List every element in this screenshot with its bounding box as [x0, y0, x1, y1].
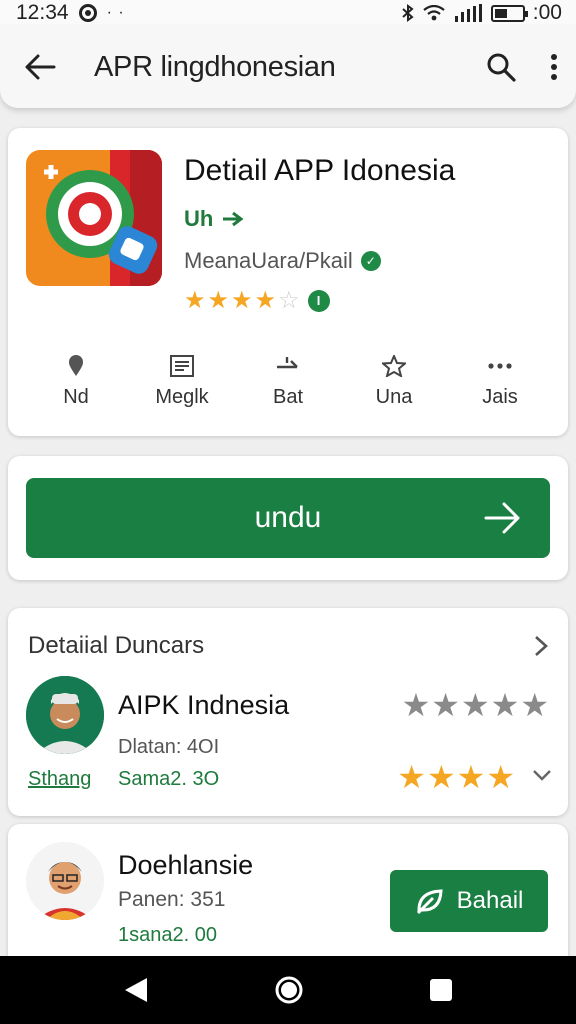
stat-label: Jais: [482, 386, 518, 408]
review-card: Doehlansie Panen: 351 1sana2. 00 Bahail: [8, 824, 568, 956]
install-button[interactable]: undu: [26, 478, 550, 558]
wifi-icon: [423, 5, 445, 21]
reviewer-date: 1sana2. 00: [118, 924, 217, 946]
rating-badge: I: [307, 289, 330, 312]
review-stars-grey: ★★★★★: [401, 687, 550, 723]
battery-icon: [490, 4, 528, 22]
avatar[interactable]: [26, 676, 104, 754]
app-bar-title: APR lingdhonesian: [94, 50, 336, 83]
star-outline-icon: ☆: [278, 287, 300, 314]
app-developer-label: MeanaUara/Pkail: [184, 248, 353, 273]
more-vert-icon[interactable]: [550, 53, 558, 81]
app-rating: ★ ★ ★ ★ ☆ I: [184, 286, 330, 315]
location-pin-icon: [68, 354, 84, 378]
status-extra-dots: · ·: [106, 4, 125, 21]
leaf-arrow-icon: [223, 211, 244, 227]
back-arrow-icon[interactable]: [24, 53, 56, 81]
star-icon: ★: [184, 287, 206, 314]
reviews-card: Detaiial Duncars AIPK Indnesia Dlatan: 4…: [8, 608, 568, 816]
leaf-icon: [416, 889, 443, 914]
verified-leaf-icon: ✓: [360, 251, 381, 271]
stat-item[interactable]: Bat: [238, 354, 338, 409]
reviewer-date: Sama2. 3O: [118, 768, 220, 790]
more-horiz-icon: [488, 354, 512, 378]
arrow-right-icon: [484, 502, 520, 534]
nav-back-icon[interactable]: [123, 976, 149, 1004]
app-developer[interactable]: MeanaUara/Pkail ✓: [184, 248, 381, 274]
chevron-right-icon[interactable]: [534, 635, 548, 657]
reviewer-meta: Panen: 351: [118, 888, 226, 911]
reviewer-name: AIPK Indnesia: [118, 690, 290, 720]
stat-label: Bat: [272, 386, 304, 408]
app-detail-card: Detiail APP Idonesia Uh MeanaUara/Pkail …: [8, 128, 568, 436]
notification-circle-icon: [78, 4, 97, 22]
star-outline-icon: [382, 354, 406, 378]
star-icon: ★: [207, 287, 230, 314]
nav-recents-icon[interactable]: [429, 978, 453, 1002]
stat-label: Meglk: [155, 386, 209, 408]
status-time: 12:34: [16, 1, 69, 24]
avatar[interactable]: [26, 842, 104, 920]
signal-icon: [454, 4, 482, 22]
app-tag-label: Uh: [184, 206, 214, 231]
install-card: undu: [8, 456, 568, 580]
battery-text: :00: [532, 1, 562, 24]
search-icon[interactable]: [486, 52, 516, 82]
system-nav-bar: [0, 956, 576, 1024]
document-icon: [170, 354, 194, 378]
reviewer-meta: Dlatan: 4OI: [118, 736, 220, 758]
share-icon: [275, 354, 301, 378]
stat-label: Una: [375, 386, 413, 408]
app-title: Detiail APP Idonesia: [184, 154, 456, 187]
stat-item[interactable]: Jais: [450, 354, 550, 409]
stat-label: Nd: [63, 386, 89, 408]
nav-home-icon[interactable]: [274, 975, 304, 1005]
stats-row: Nd Meglk Bat Una Jais: [26, 354, 550, 409]
stat-item[interactable]: Una: [344, 354, 444, 409]
reviewer-tag-link[interactable]: Sthang: [28, 768, 91, 791]
app-icon: [26, 150, 162, 286]
app-bar: APR lingdhonesian: [0, 26, 576, 108]
star-icon: ★: [254, 287, 277, 314]
reviewer-name: Doehlansie: [118, 850, 254, 880]
bluetooth-icon: [402, 4, 414, 22]
stat-item[interactable]: Nd: [26, 354, 126, 409]
reviews-header-title: Detaiial Duncars: [28, 632, 205, 659]
status-bar: 12:34 · · :00: [0, 0, 576, 26]
review-stars-gold: ★★★★: [397, 759, 516, 795]
chevron-down-icon[interactable]: [532, 768, 552, 782]
review-action-button[interactable]: Bahail: [390, 870, 548, 932]
reviews-header[interactable]: Detaiial Duncars: [28, 632, 548, 660]
review-action-button-label: Bahail: [456, 887, 524, 914]
app-tag: Uh: [184, 206, 244, 232]
stat-item[interactable]: Meglk: [132, 354, 232, 409]
star-icon: ★: [231, 287, 253, 314]
install-button-label: undu: [254, 501, 322, 534]
